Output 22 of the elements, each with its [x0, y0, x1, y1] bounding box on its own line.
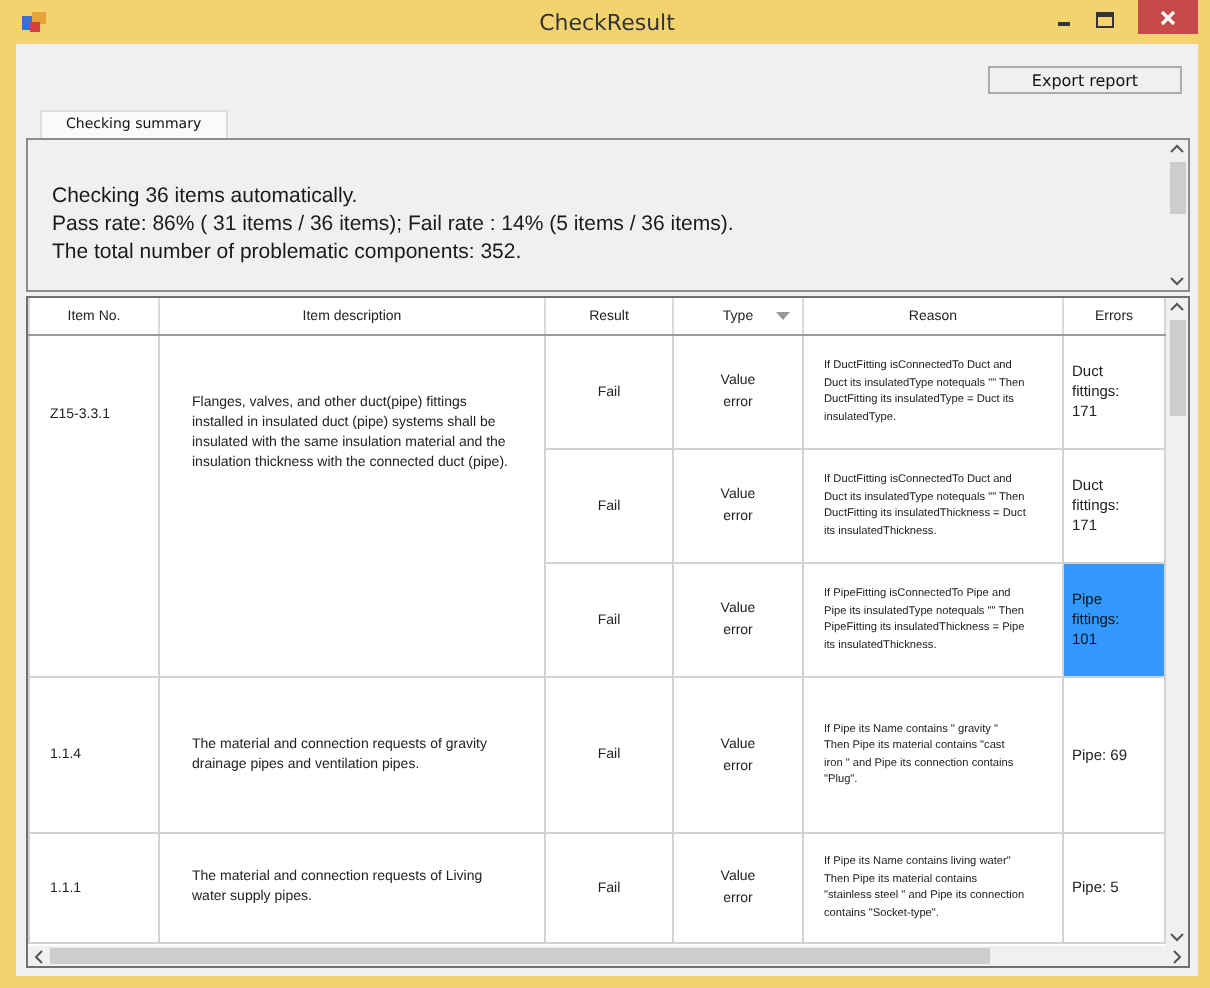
- vertical-scrollbar[interactable]: [1166, 140, 1188, 290]
- close-button[interactable]: [1138, 0, 1198, 34]
- vertical-scrollbar[interactable]: [1166, 298, 1188, 946]
- app-icon: [22, 11, 46, 33]
- scrollbar-thumb[interactable]: [1169, 320, 1185, 416]
- scroll-up-icon[interactable]: [1170, 144, 1184, 154]
- summary-line: Pass rate: 86% ( 31 items / 36 items); Fail rate : 14% (5 items / 36 items).: [52, 210, 736, 238]
- scroll-down-icon[interactable]: [1170, 932, 1184, 942]
- dropdown-icon[interactable]: [776, 312, 790, 320]
- close-icon: [1160, 9, 1176, 25]
- scroll-left-icon[interactable]: [34, 949, 44, 963]
- scroll-up-icon[interactable]: [1170, 302, 1184, 312]
- scroll-right-icon[interactable]: [1172, 949, 1182, 963]
- window-title: CheckResult: [539, 9, 675, 35]
- horizontal-scrollbar[interactable]: [28, 946, 1188, 966]
- maximize-icon[interactable]: [1096, 12, 1114, 28]
- export-report-button[interactable]: Export report: [988, 66, 1182, 94]
- summary-line: The total number of problematic components: 352.: [52, 238, 524, 266]
- scrollbar-thumb[interactable]: [1169, 162, 1185, 214]
- scrollbar-thumb[interactable]: [50, 948, 990, 964]
- summary-line: Checking 36 items automatically.: [52, 182, 360, 210]
- scroll-down-icon[interactable]: [1170, 276, 1184, 286]
